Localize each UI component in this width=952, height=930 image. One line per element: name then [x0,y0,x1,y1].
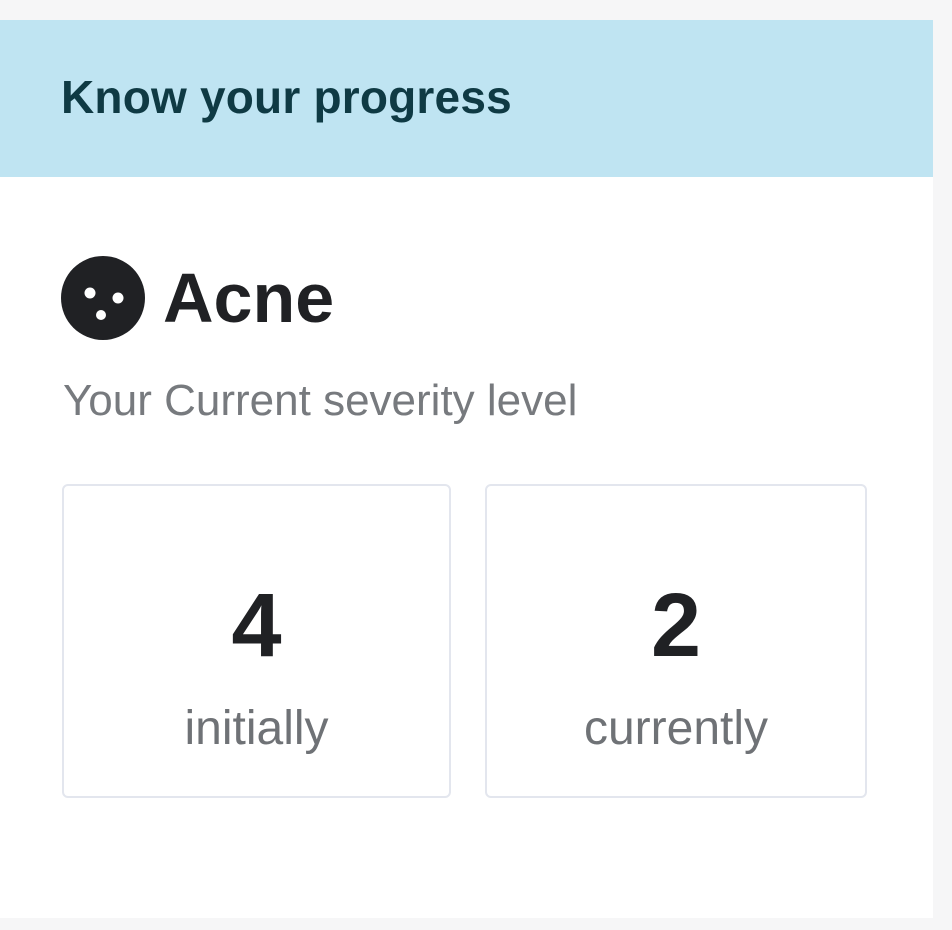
condition-name: Acne [163,259,335,337]
initial-severity-value: 4 [231,576,282,676]
condition-heading: Acne [61,256,334,340]
progress-card: Know your progress Acne Your Current sev… [0,20,933,918]
current-severity-caption: currently [583,702,769,755]
initial-severity-box: 4 initially [62,484,451,798]
header-title: Know your progress [61,71,512,123]
severity-label: Your Current severity level [63,376,578,425]
current-severity-box: 2 currently [485,484,867,798]
initial-severity-caption: initially [184,702,329,755]
progress-header: Know your progress [0,20,933,177]
acne-icon [61,256,145,340]
current-severity-value: 2 [650,576,702,676]
